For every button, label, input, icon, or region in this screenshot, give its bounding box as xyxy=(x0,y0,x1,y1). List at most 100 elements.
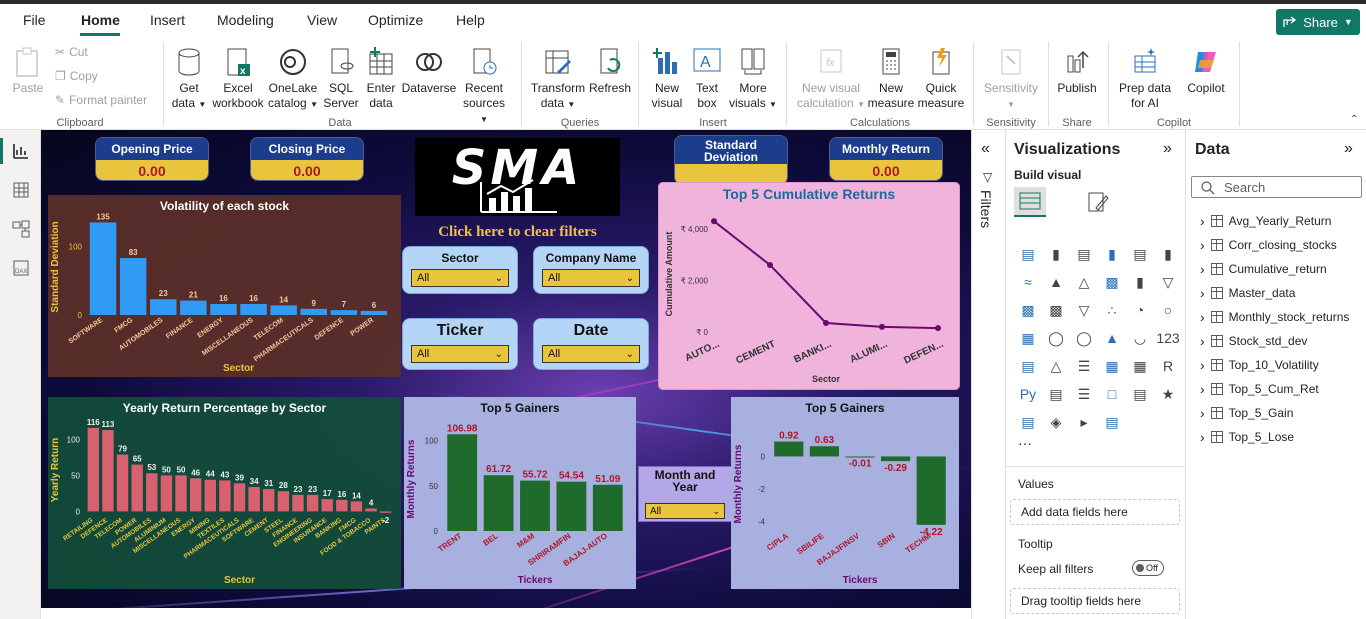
expand-chevron-icon[interactable]: › xyxy=(1200,333,1205,349)
more-visuals-button[interactable]: More visuals ▼ xyxy=(728,46,778,112)
menu-insert[interactable]: Insert xyxy=(150,12,185,28)
format-visual-tab[interactable] xyxy=(1082,187,1114,217)
company-name-slicer[interactable]: Company Name All ⌄ xyxy=(533,246,649,294)
expand-chevron-icon[interactable]: › xyxy=(1200,213,1205,229)
top5-losers-chart[interactable]: Top 5 GainersMonthly Returns -4-200.92CIP… xyxy=(731,397,959,589)
month-year-dropdown[interactable]: All ⌄ xyxy=(645,503,725,519)
clustered-bar-visual-icon[interactable]: ▤ xyxy=(1070,240,1098,268)
stacked-area-visual-icon[interactable]: △ xyxy=(1070,268,1098,296)
smart-narrative-visual-icon[interactable]: ▤ xyxy=(1126,380,1154,408)
date-slicer[interactable]: Date All ⌄ xyxy=(533,318,649,370)
excel-workbook-button[interactable]: x Excel workbook xyxy=(210,46,266,111)
sensitivity-button[interactable]: Sensitivity ▼ xyxy=(982,46,1040,112)
map-visual-icon[interactable]: ◯ xyxy=(1042,324,1070,352)
decomposition-tree-visual-icon[interactable]: ☰ xyxy=(1070,380,1098,408)
dataverse-button[interactable]: Dataverse xyxy=(400,46,458,96)
expand-chevron-icon[interactable]: › xyxy=(1200,285,1205,301)
enter-data-button[interactable]: Enter data xyxy=(362,46,400,111)
multi-row-card-visual-icon[interactable]: ▤ xyxy=(1014,352,1042,380)
onelake-catalog-button[interactable]: OneLake catalog ▼ xyxy=(266,46,320,112)
kpi-visual-icon[interactable]: △ xyxy=(1042,352,1070,380)
trophy-visual-icon[interactable]: ★ xyxy=(1154,380,1182,408)
power-apps-visual-icon[interactable]: ◈ xyxy=(1042,408,1070,436)
company-name-dropdown[interactable]: All ⌄ xyxy=(542,269,640,287)
expand-chevron-icon[interactable]: › xyxy=(1200,405,1205,421)
python-visual-visual-icon[interactable]: Py xyxy=(1014,380,1042,408)
collapse-ribbon-icon[interactable]: ⌃ xyxy=(1350,114,1358,125)
expand-chevron-icon[interactable]: › xyxy=(1200,381,1205,397)
filled-map-visual-icon[interactable]: ◯ xyxy=(1070,324,1098,352)
stacked-bar-visual-icon[interactable]: ▤ xyxy=(1014,240,1042,268)
funnel-2-visual-icon[interactable]: ▽ xyxy=(1070,296,1098,324)
100-bar-visual-icon[interactable]: ▤ xyxy=(1126,240,1154,268)
sql-server-button[interactable]: SQL Server xyxy=(320,46,362,111)
text-box-button[interactable]: A Text box xyxy=(688,46,726,111)
ticker-dropdown[interactable]: All ⌄ xyxy=(411,345,509,363)
data-table-master-data[interactable]: › Master_data xyxy=(1200,283,1295,303)
copy-button[interactable]: ❐ Copy xyxy=(55,69,98,83)
collapse-visualizations-icon[interactable]: » xyxy=(1163,140,1172,158)
pie-visual-icon[interactable]: ◔ xyxy=(1126,296,1154,324)
model-view-icon[interactable] xyxy=(11,219,31,239)
expand-chevron-icon[interactable]: › xyxy=(1200,429,1205,445)
ticker-slicer[interactable]: Ticker All ⌄ xyxy=(402,318,518,370)
new-measure-button[interactable]: New measure xyxy=(866,46,916,111)
menu-optimize[interactable]: Optimize xyxy=(368,12,423,28)
line-clustered-visual-icon[interactable]: ▩ xyxy=(1042,296,1070,324)
quick-measure-button[interactable]: Quick measure xyxy=(916,46,966,111)
table-visual-icon[interactable]: ▦ xyxy=(1098,352,1126,380)
share-button[interactable]: Share ▼ xyxy=(1276,9,1360,35)
menu-file[interactable]: File xyxy=(23,12,46,28)
100-column-visual-icon[interactable]: ▮ xyxy=(1154,240,1182,268)
get-data-button[interactable]: Get data ▼ xyxy=(168,46,210,112)
expand-filters-icon[interactable]: « xyxy=(981,140,990,158)
closing-price-card[interactable]: Closing Price 0.00 xyxy=(250,137,364,181)
qa-visual-icon[interactable]: □ xyxy=(1098,380,1126,408)
data-table-top-5-gain[interactable]: › Top_5_Gain xyxy=(1200,403,1293,423)
data-table-cumulative-return[interactable]: › Cumulative_return xyxy=(1200,259,1327,279)
data-table-corr-closing-stocks[interactable]: › Corr_closing_stocks xyxy=(1200,235,1337,255)
cumulative-returns-chart[interactable]: Top 5 Cumulative Returns Cumulative Amoun… xyxy=(658,182,960,390)
power-automate-visual-icon[interactable]: ▸ xyxy=(1070,408,1098,436)
area-visual-icon[interactable]: ▲ xyxy=(1042,268,1070,296)
month-year-slicer[interactable]: Month and Year All ⌄ xyxy=(638,466,732,522)
metrics-visual-icon[interactable]: ▤ xyxy=(1098,408,1126,436)
menu-view[interactable]: View xyxy=(307,12,337,28)
menu-home[interactable]: Home xyxy=(81,12,120,28)
clustered-column-visual-icon[interactable]: ▮ xyxy=(1098,240,1126,268)
expand-chevron-icon[interactable]: › xyxy=(1200,357,1205,373)
collapse-data-icon[interactable]: » xyxy=(1344,140,1353,158)
clear-filters-button[interactable]: Click here to clear filters xyxy=(415,224,620,241)
ribbon-visual-icon[interactable]: ▩ xyxy=(1098,268,1126,296)
sector-slicer[interactable]: Sector All ⌄ xyxy=(402,246,518,294)
stacked-column-visual-icon[interactable]: ▮ xyxy=(1042,240,1070,268)
prep-data-for-ai-button[interactable]: Prep data for AI xyxy=(1114,46,1176,111)
data-table-monthly-stock-returns[interactable]: › Monthly_stock_returns xyxy=(1200,307,1349,327)
standard-deviation-card[interactable]: Standard Deviation xyxy=(674,135,788,185)
scatter-visual-icon[interactable]: ∴ xyxy=(1098,296,1126,324)
filters-label[interactable]: Filters xyxy=(978,190,994,228)
menu-help[interactable]: Help xyxy=(456,12,485,28)
data-table-avg-yearly-return[interactable]: › Avg_Yearly_Return xyxy=(1200,211,1331,231)
build-visual-tab[interactable] xyxy=(1014,187,1046,217)
line-visual-icon[interactable]: ≈ xyxy=(1014,268,1042,296)
table-view-icon[interactable] xyxy=(11,180,31,200)
yearly-return-chart[interactable]: Yearly Return Percentage by Sector Yearly… xyxy=(48,397,401,589)
report-view-icon[interactable] xyxy=(11,141,31,161)
new-visual-button[interactable]: New visual xyxy=(646,46,688,111)
volatility-chart[interactable]: Volatility of each stock Standard Deviati… xyxy=(48,195,401,377)
format-painter-button[interactable]: ✎ Format painter xyxy=(55,93,147,107)
expand-chevron-icon[interactable]: › xyxy=(1200,261,1205,277)
sector-dropdown[interactable]: All ⌄ xyxy=(411,269,509,287)
data-table-top-5-lose[interactable]: › Top_5_Lose xyxy=(1200,427,1294,447)
refresh-button[interactable]: Refresh xyxy=(588,46,632,96)
line-column-visual-icon[interactable]: ▩ xyxy=(1014,296,1042,324)
monthly-return-card[interactable]: Monthly Return 0.00 xyxy=(829,137,943,181)
tooltip-well[interactable]: Drag tooltip fields here xyxy=(1010,588,1180,614)
card-visual-icon[interactable]: 123 xyxy=(1154,324,1182,352)
date-dropdown[interactable]: All ⌄ xyxy=(542,345,640,363)
transform-data-button[interactable]: Transform data ▼ xyxy=(528,46,588,112)
azure-map-visual-icon[interactable]: ▲ xyxy=(1098,324,1126,352)
expand-chevron-icon[interactable]: › xyxy=(1200,309,1205,325)
data-table-stock-std-dev[interactable]: › Stock_std_dev xyxy=(1200,331,1307,351)
